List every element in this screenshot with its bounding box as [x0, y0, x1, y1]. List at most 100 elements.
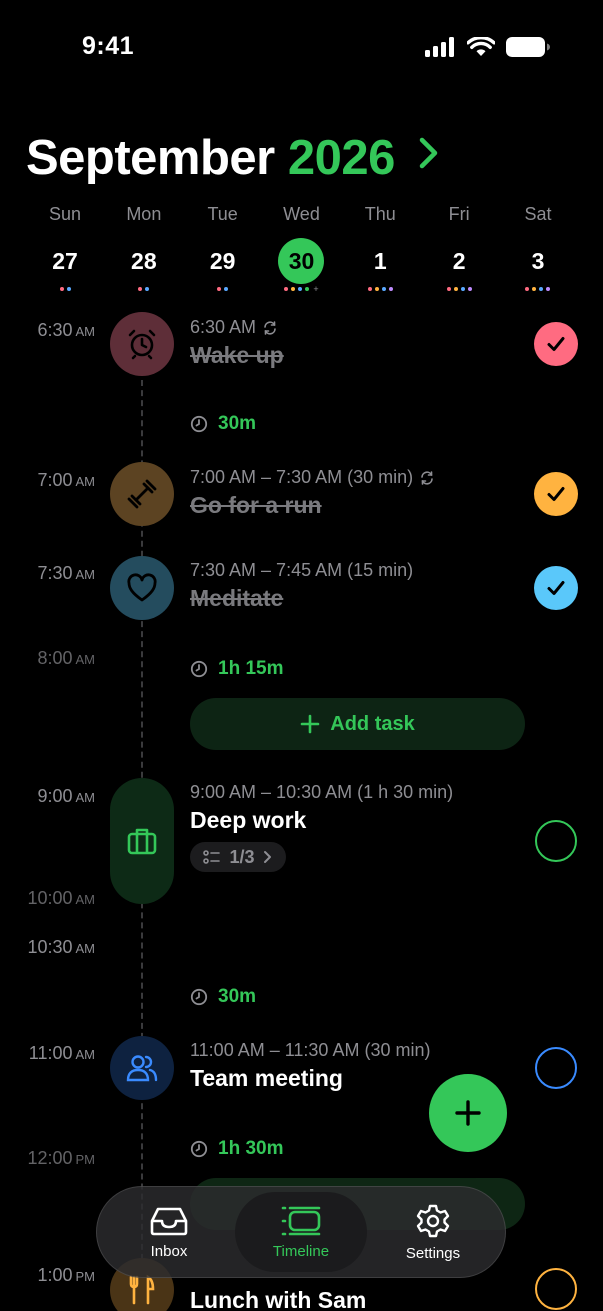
- event-dots: [26, 286, 104, 292]
- dumbbell-icon: [127, 479, 157, 509]
- task-icon-run[interactable]: [110, 462, 174, 526]
- event-dots: +: [262, 284, 340, 294]
- day-of-week: Fri: [448, 204, 470, 224]
- task-icon-wake-up[interactable]: [110, 312, 174, 376]
- checkmark-icon: [547, 337, 565, 351]
- task-complete-checkbox[interactable]: [534, 566, 578, 610]
- tab-timeline[interactable]: Timeline: [235, 1192, 367, 1272]
- event-dot: [138, 287, 143, 291]
- day-wed-selected[interactable]: Wed 30 +: [262, 204, 340, 294]
- event-dot: [298, 287, 303, 291]
- event-dot: [367, 287, 372, 291]
- task-time: 6:30 AM: [190, 317, 278, 338]
- add-task-button[interactable]: Add task: [190, 698, 525, 750]
- clock-icon: [190, 660, 208, 678]
- day-number: 3: [531, 248, 545, 274]
- event-dot: [467, 287, 472, 291]
- clock-icon: [190, 415, 208, 433]
- event-dot: [453, 287, 458, 291]
- plus-icon: [300, 714, 320, 734]
- event-dots: [499, 286, 577, 292]
- subtasks-badge[interactable]: 1/3: [190, 842, 286, 872]
- task-title[interactable]: Deep work: [190, 807, 306, 834]
- event-dot: [525, 287, 530, 291]
- add-button[interactable]: [429, 1074, 507, 1152]
- chevron-right-icon: [263, 851, 271, 863]
- event-dot: [532, 287, 537, 291]
- month-title[interactable]: September 2026: [26, 126, 440, 186]
- repeat-icon: [264, 320, 276, 335]
- checklist-icon: [203, 850, 221, 864]
- time-label: 1:00 PM: [37, 1265, 95, 1285]
- plus-icon: [455, 1100, 481, 1126]
- briefcase-icon: [127, 828, 157, 855]
- gear-icon: [416, 1204, 450, 1237]
- task-icon-deep-work[interactable]: [110, 778, 174, 904]
- event-dot: [546, 287, 551, 291]
- event-dot: [291, 287, 296, 291]
- task-complete-checkbox[interactable]: [535, 1268, 577, 1310]
- task-time: 9:00 AM – 10:30 AM (1 h 30 min): [190, 782, 454, 802]
- event-dot: [381, 287, 386, 291]
- task-time: 7:00 AM – 7:30 AM (30 min): [190, 467, 435, 488]
- tab-bar: Inbox Timeline Settings: [96, 1186, 506, 1278]
- day-of-week: Tue: [207, 204, 238, 224]
- task-icon-team-meeting[interactable]: [110, 1036, 174, 1100]
- day-fri[interactable]: Fri 2: [420, 204, 498, 292]
- day-number: 2: [452, 248, 466, 274]
- task-title[interactable]: Lunch with Sam: [190, 1287, 366, 1311]
- time-label: 7:30 AM: [37, 563, 95, 583]
- task-title[interactable]: Go for a run: [190, 492, 322, 519]
- event-dot: [59, 287, 64, 291]
- event-dots: [184, 286, 262, 292]
- event-dot: [539, 287, 544, 291]
- task-complete-checkbox[interactable]: [535, 1047, 577, 1089]
- day-of-week: Wed: [283, 204, 320, 224]
- event-dot: [388, 287, 393, 291]
- time-label: 7:00 AM: [37, 470, 95, 490]
- chevron-right-icon[interactable]: [418, 126, 440, 182]
- tab-label: Settings: [405, 1244, 461, 1262]
- free-time-gap: 1h 30m: [190, 1138, 283, 1160]
- clock-icon: [190, 1140, 208, 1158]
- event-dot: [145, 287, 150, 291]
- task-title[interactable]: Meditate: [190, 585, 283, 612]
- subtask-count: 1/3: [229, 846, 255, 867]
- task-complete-checkbox[interactable]: [535, 820, 577, 862]
- tab-label: Inbox: [150, 1242, 188, 1260]
- task-complete-checkbox[interactable]: [534, 322, 578, 366]
- people-icon: [126, 1055, 158, 1082]
- event-dot: [217, 287, 222, 291]
- checkmark-icon: [547, 581, 565, 595]
- year-label: 2026: [287, 131, 396, 185]
- day-number: 1: [373, 248, 387, 274]
- month-label: September: [26, 131, 275, 185]
- day-of-week: Thu: [364, 204, 396, 224]
- day-tue[interactable]: Tue 29: [184, 204, 262, 292]
- day-thu[interactable]: Thu 1: [341, 204, 419, 292]
- event-dot: [374, 287, 379, 291]
- time-label: 9:00 AM: [37, 786, 95, 806]
- day-mon[interactable]: Mon 28: [105, 204, 183, 292]
- day-of-week: Sun: [48, 204, 82, 224]
- checkmark-icon: [547, 487, 565, 501]
- time-label: 6:30 AM: [37, 320, 95, 340]
- tab-settings[interactable]: Settings: [367, 1192, 499, 1272]
- free-time-gap: 1h 15m: [190, 658, 283, 680]
- timeline-icon: [281, 1206, 321, 1235]
- event-dot: [284, 287, 289, 291]
- day-sat[interactable]: Sat 3: [499, 204, 577, 292]
- task-title[interactable]: Wake up: [190, 342, 284, 369]
- day-of-week: Sat: [524, 204, 552, 224]
- heart-icon: [127, 573, 157, 602]
- time-label: 10:00 AM: [27, 888, 95, 908]
- event-dot: [305, 287, 310, 291]
- day-sun[interactable]: Sun 27: [26, 204, 104, 292]
- time-label: 11:00 AM: [28, 1043, 95, 1063]
- more-events-indicator: +: [313, 284, 319, 294]
- time-label: 8:00 AM: [37, 648, 95, 668]
- tab-inbox[interactable]: Inbox: [103, 1192, 235, 1272]
- task-complete-checkbox[interactable]: [534, 472, 578, 516]
- task-title[interactable]: Team meeting: [190, 1065, 343, 1092]
- task-icon-meditate[interactable]: [110, 556, 174, 620]
